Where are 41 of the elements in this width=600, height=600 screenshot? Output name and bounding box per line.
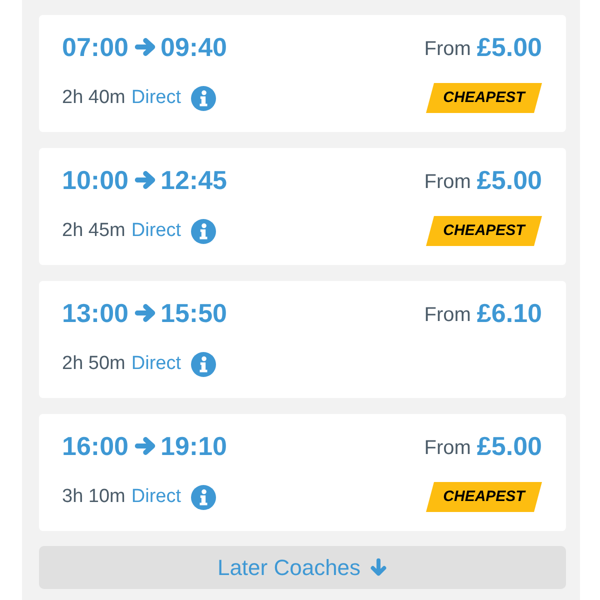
duration: 2h 40m	[62, 86, 126, 110]
direct-link[interactable]: Direct	[131, 482, 181, 512]
later-coaches-button[interactable]: Later Coaches	[39, 546, 566, 589]
arrival-time: 19:10	[160, 431, 227, 461]
price: £6.10	[476, 298, 542, 328]
direct-link[interactable]: Direct	[131, 216, 181, 246]
arrival-time: 09:40	[160, 32, 227, 62]
duration: 3h 10m	[62, 484, 126, 509]
info-icon[interactable]	[191, 484, 216, 510]
price-label: From	[424, 170, 471, 194]
price: £5.00	[476, 431, 542, 461]
right-arrow-icon	[134, 37, 156, 57]
arrival-time: 15:50	[160, 298, 227, 328]
journey-card[interactable]: 16:00 19:10 From £5.00 3h 10m Direct CHEAPEST	[39, 414, 566, 531]
departure-time: 16:00	[62, 431, 128, 461]
down-arrow-icon	[368, 558, 388, 577]
right-arrow-icon	[134, 170, 156, 190]
price-label: From	[424, 436, 471, 460]
arrival-time: 12:45	[160, 165, 227, 195]
journey-card[interactable]: 13:00 15:50 From £6.10 2h 50m Direct	[39, 281, 566, 398]
price: £5.00	[476, 32, 542, 62]
cheapest-badge: CHEAPEST	[426, 83, 542, 113]
cheapest-badge: CHEAPEST	[426, 216, 542, 246]
info-icon[interactable]	[191, 218, 216, 244]
info-icon[interactable]	[191, 352, 216, 376]
direct-link[interactable]: Direct	[131, 84, 181, 112]
info-icon[interactable]	[191, 86, 216, 110]
journey-card[interactable]: 07:00 09:40 From £5.00 2h 40m Direct CHEAPEST	[39, 15, 566, 132]
right-arrow-icon	[134, 303, 156, 323]
departure-time: 10:00	[62, 165, 128, 195]
right-arrow-icon	[134, 436, 156, 456]
price-label: From	[424, 302, 471, 328]
departure-time: 07:00	[62, 32, 128, 62]
duration: 2h 50m	[62, 352, 126, 376]
price-label: From	[424, 36, 471, 62]
price: £5.00	[476, 165, 542, 195]
journey-card[interactable]: 10:00 12:45 From £5.00 2h 45m Direct CHEAPEST	[39, 148, 566, 265]
cheapest-badge: CHEAPEST	[426, 482, 542, 512]
duration: 2h 45m	[62, 218, 126, 243]
direct-link[interactable]: Direct	[131, 350, 181, 378]
departure-time: 13:00	[62, 298, 128, 328]
